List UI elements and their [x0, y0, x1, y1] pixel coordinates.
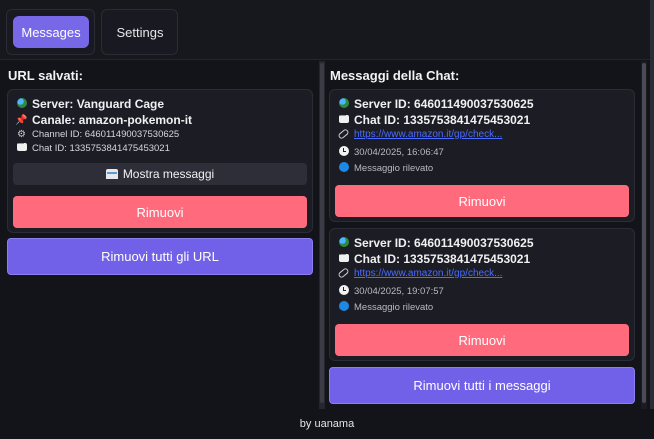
chat-id-line: Chat ID: 1335753841475453021 — [337, 249, 531, 266]
message-timestamp: 30/04/2025, 16:06:47 — [354, 147, 444, 158]
chat-bubble-icon — [15, 138, 28, 154]
message-url-link[interactable]: https://www.amazon.it/gp/check... — [354, 129, 502, 140]
window-edge — [650, 0, 654, 439]
globe-icon — [15, 97, 28, 111]
right-scrollbar-thumb[interactable] — [642, 63, 646, 403]
tab-settings[interactable]: Settings — [104, 16, 176, 48]
chat-id: Chat ID: 1335753841475453021 — [354, 113, 531, 127]
chat-id: Chat ID: 1335753841475453021 — [354, 252, 531, 266]
message-card: Server ID: 646011490037530625 Chat ID: 1… — [329, 228, 635, 361]
timestamp-line: 30/04/2025, 16:06:47 — [337, 146, 444, 159]
link-icon — [337, 267, 350, 279]
clock-icon — [337, 285, 350, 298]
remove-all-messages-button[interactable]: Rimuovi tutti i messaggi — [329, 367, 635, 404]
blue-circle-icon — [337, 301, 350, 314]
mailbox-icon — [105, 169, 118, 179]
message-url-link[interactable]: https://www.amazon.it/gp/check... — [354, 268, 502, 279]
tab-settings-container: Settings — [101, 9, 178, 55]
status-line: Messaggio rilevato — [337, 301, 433, 314]
pushpin-icon: 📌 — [15, 114, 28, 126]
chat-messages-title: Messaggi della Chat: — [330, 68, 460, 83]
tab-bar: Messages Settings — [0, 0, 650, 60]
clock-icon — [337, 146, 350, 159]
server-name: Server: Vanguard Cage — [32, 97, 165, 111]
saved-urls-panel: URL salvati: Server: Vanguard Cage 📌 Can… — [0, 61, 319, 409]
channel-name: Canale: amazon-pokemon-it — [32, 113, 193, 127]
show-messages-label: Mostra messaggi — [122, 167, 215, 181]
server-id-line: Server ID: 646011490037530625 — [337, 97, 534, 111]
blue-circle-icon — [337, 162, 350, 175]
remove-url-button[interactable]: Rimuovi — [13, 196, 307, 228]
tab-messages-container: Messages — [6, 9, 95, 55]
server-line: Server: Vanguard Cage — [15, 97, 164, 111]
status-line: Messaggio rilevato — [337, 162, 433, 175]
chat-bubble-icon — [337, 110, 350, 126]
channel-id-line: ⚙ Channel ID: 646011490037530625 — [15, 129, 179, 140]
url-line: https://www.amazon.it/gp/check... — [337, 267, 502, 279]
link-icon — [337, 128, 350, 140]
remove-message-button[interactable]: Rimuovi — [335, 324, 629, 356]
channel-line: 📌 Canale: amazon-pokemon-it — [15, 113, 192, 127]
timestamp-line: 30/04/2025, 19:07:57 — [337, 285, 444, 298]
message-timestamp: 30/04/2025, 19:07:57 — [354, 286, 444, 297]
chat-id-line: Chat ID: 1335753841475453021 — [15, 138, 170, 154]
chat-bubble-icon — [337, 249, 350, 265]
chat-id: Chat ID: 1335753841475453021 — [32, 143, 170, 154]
chat-id-line: Chat ID: 1335753841475453021 — [337, 110, 531, 127]
url-line: https://www.amazon.it/gp/check... — [337, 128, 502, 140]
server-id-line: Server ID: 646011490037530625 — [337, 236, 534, 250]
message-card: Server ID: 646011490037530625 Chat ID: 1… — [329, 89, 635, 222]
saved-urls-title: URL salvati: — [8, 68, 83, 83]
right-panel-scrollbar[interactable] — [641, 61, 647, 409]
show-messages-button[interactable]: Mostra messaggi — [13, 163, 307, 185]
saved-url-card: Server: Vanguard Cage 📌 Canale: amazon-p… — [7, 89, 313, 233]
server-id: Server ID: 646011490037530625 — [354, 236, 534, 250]
footer-credit: by uanama — [299, 418, 355, 430]
left-scrollbar-thumb[interactable] — [320, 63, 324, 403]
server-id: Server ID: 646011490037530625 — [354, 97, 534, 111]
chat-messages-panel: Messaggi della Chat: Server ID: 64601149… — [325, 61, 641, 409]
channel-id: Channel ID: 646011490037530625 — [32, 129, 180, 140]
message-status: Messaggio rilevato — [354, 163, 434, 174]
remove-all-urls-button[interactable]: Rimuovi tutti gli URL — [7, 238, 313, 275]
footer: by uanama — [0, 409, 654, 439]
tab-messages[interactable]: Messages — [13, 16, 89, 48]
remove-message-button[interactable]: Rimuovi — [335, 185, 629, 217]
message-status: Messaggio rilevato — [354, 302, 434, 313]
